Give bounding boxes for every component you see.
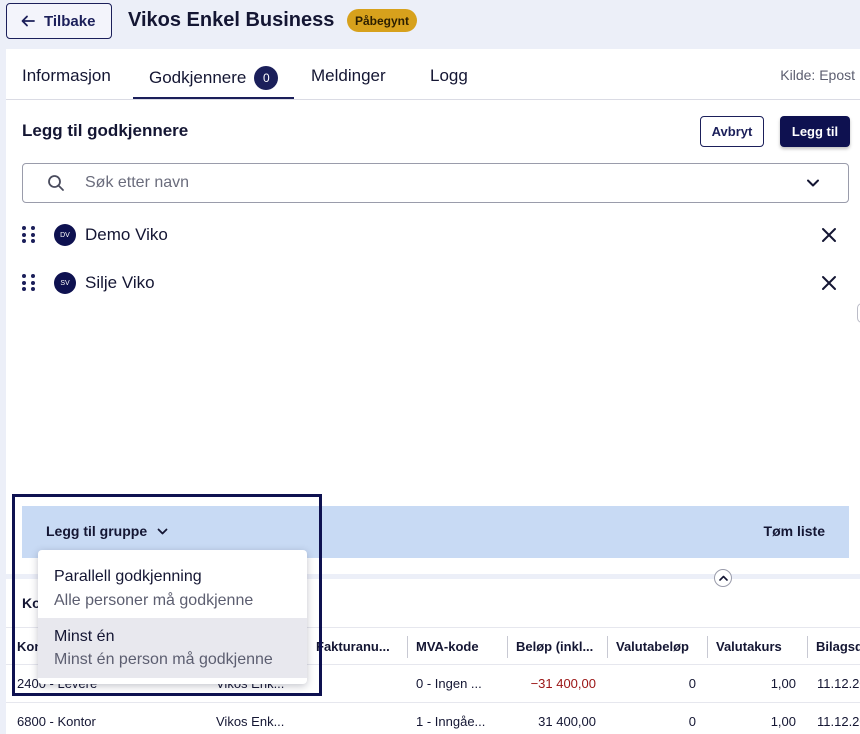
avatar: DV	[54, 224, 76, 246]
approver-name: Demo Viko	[85, 225, 168, 244]
tab-label: Meldinger	[311, 66, 386, 85]
tab-logg[interactable]: Logg	[430, 66, 468, 86]
menu-item-parallel-approval[interactable]: Parallell godkjenning Alle personer må g…	[38, 558, 307, 618]
chevron-down-icon	[157, 528, 168, 534]
currency-amount-cell: 0	[688, 676, 696, 691]
back-button[interactable]: Tilbake	[6, 3, 112, 39]
tab-meldinger[interactable]: Meldinger	[311, 66, 386, 86]
top-bar: Tilbake Vikos Enkel Business Påbegynt	[0, 0, 860, 46]
collapse-button[interactable]	[714, 569, 732, 587]
tab-label: Logg	[430, 66, 468, 85]
menu-item-description: Minst én person må godkjenne	[54, 651, 273, 668]
chevron-up-icon	[718, 575, 728, 581]
account-cell: 6800 - Kontor	[17, 714, 96, 729]
tab-label: Informasjon	[22, 66, 111, 85]
vat-code-cell: 0 - Ingen ...	[416, 676, 482, 691]
column-header[interactable]: Beløp (inkl...	[516, 639, 602, 654]
drag-handle-icon[interactable]	[22, 274, 36, 292]
menu-item-at-least-one[interactable]: Minst én Minst én person må godkjenne	[38, 618, 307, 678]
close-icon[interactable]	[821, 227, 837, 243]
drag-handle-icon[interactable]	[22, 226, 36, 244]
vat-code-cell: 1 - Inngåe...	[416, 714, 486, 729]
currency-amount-cell: 0	[688, 714, 696, 729]
menu-item-title: Minst én	[54, 628, 115, 645]
date-cell: 11.12.20	[817, 676, 860, 691]
back-button-label: Tilbake	[44, 12, 96, 30]
tab-bar: Informasjon Godkjennere 0 Meldinger Logg…	[6, 49, 860, 100]
supplier-cell: Vikos Enk...	[216, 714, 285, 729]
page-title: Vikos Enkel Business	[128, 9, 335, 31]
avatar: SV	[54, 272, 76, 294]
menu-item-title: Parallell godkjenning	[54, 568, 202, 585]
add-group-label: Legg til gruppe	[46, 523, 148, 539]
table-row[interactable]: 6800 - Kontor Vikos Enk... 1 - Inngåe...…	[6, 703, 860, 734]
column-header[interactable]: Valutabeløp	[616, 639, 689, 654]
status-badge: Påbegynt	[347, 9, 418, 32]
add-button[interactable]: Legg til	[780, 116, 850, 147]
tab-godkjennere[interactable]: Godkjennere 0	[132, 66, 295, 99]
amount-cell: −31 400,00	[530, 676, 596, 691]
add-group-dropdown[interactable]: Legg til gruppe	[46, 523, 168, 539]
search-input[interactable]	[85, 174, 785, 192]
column-header[interactable]: Bilagsd	[816, 639, 860, 654]
approver-name: Silje Viko	[85, 273, 155, 292]
clear-list-button[interactable]: Tøm liste	[764, 523, 825, 539]
chevron-down-icon[interactable]	[806, 176, 820, 190]
exchange-rate-cell: 1,00	[770, 676, 796, 691]
section-title: Legg til godkjennere	[22, 121, 189, 140]
amount-cell: 31 400,00	[538, 714, 596, 729]
arrow-left-icon	[21, 15, 35, 27]
approver-count-badge: 0	[254, 66, 279, 90]
close-icon[interactable]	[821, 275, 837, 291]
column-header[interactable]: Valutakurs	[716, 639, 782, 654]
tab-informasjon[interactable]: Informasjon	[22, 66, 111, 86]
menu-item-description: Alle personer må godkjenne	[54, 592, 254, 609]
date-cell: 11.12.20	[817, 714, 860, 729]
search-combobox[interactable]	[22, 163, 849, 203]
column-header[interactable]: Fakturanu...	[316, 639, 402, 654]
exchange-rate-cell: 1,00	[770, 714, 796, 729]
tab-label: Godkjennere	[149, 68, 247, 87]
source-label: Kilde: Epost	[780, 67, 855, 83]
search-icon	[48, 175, 64, 191]
cancel-button[interactable]: Avbryt	[700, 116, 764, 147]
approver-row: SV Silje Viko	[22, 268, 837, 298]
column-header[interactable]: MVA-kode	[416, 639, 479, 654]
group-type-menu: Parallell godkjenning Alle personer må g…	[38, 550, 307, 684]
approver-row: DV Demo Viko	[22, 220, 837, 250]
